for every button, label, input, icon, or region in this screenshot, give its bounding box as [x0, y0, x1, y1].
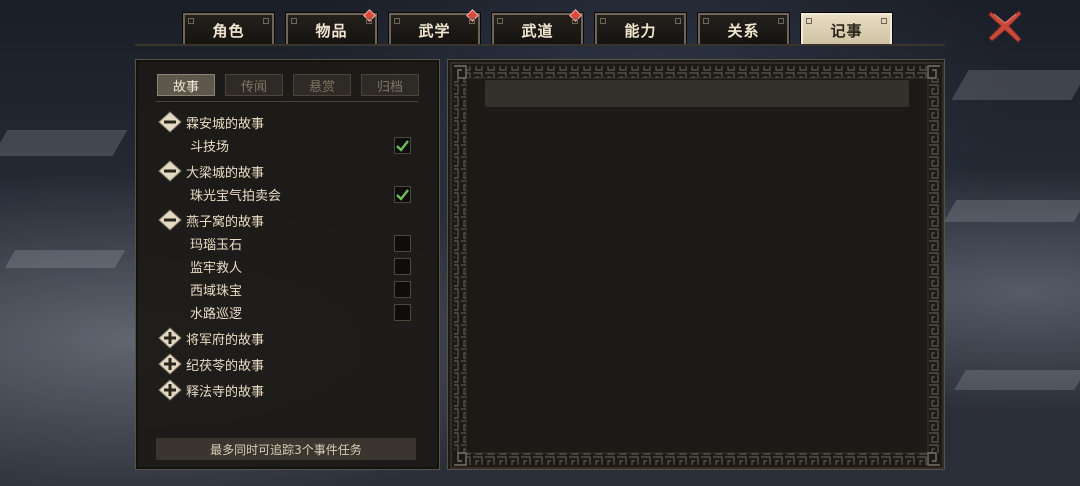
notification-badge [363, 9, 376, 22]
track-checkbox[interactable] [394, 186, 411, 203]
story-item[interactable]: 西域珠宝 [156, 278, 421, 301]
track-checkbox[interactable] [394, 137, 411, 154]
tab-2[interactable]: 武学 [388, 9, 481, 46]
story-group-header[interactable]: 纪茯苓的故事 [156, 352, 421, 376]
story-item[interactable]: 监牢救人 [156, 255, 421, 278]
story-tree: 霖安城的故事斗技场大梁城的故事珠光宝气拍卖会燕子窝的故事玛瑙玉石监牢救人西域珠宝… [156, 108, 421, 402]
plus-icon[interactable] [156, 352, 184, 376]
story-group-title: 纪茯苓的故事 [186, 358, 265, 374]
subtab-0[interactable]: 故事 [157, 74, 215, 96]
story-label: 斗技场 [190, 140, 230, 155]
notification-badge [466, 9, 479, 22]
story-item[interactable]: 珠光宝气拍卖会 [156, 183, 421, 206]
sub-tab-divider [156, 101, 418, 102]
background-roof [954, 370, 1080, 390]
plus-icon[interactable] [156, 378, 184, 402]
subtab-3[interactable]: 归档 [361, 74, 419, 96]
notification-badge [569, 9, 582, 22]
checkmark-icon [395, 187, 410, 202]
main-tab-bar: 角色 物品 武学 武道 能力 关系 记事 [182, 9, 893, 46]
story-label: 监牢救人 [190, 261, 243, 276]
track-checkbox[interactable] [394, 304, 411, 321]
story-item[interactable]: 斗技场 [156, 134, 421, 157]
story-item[interactable]: 玛瑙玉石 [156, 232, 421, 255]
tab-label: 武学 [418, 21, 451, 40]
close-button[interactable] [986, 8, 1024, 44]
sub-tab-bar: 故事 传闻 悬赏 归档 [157, 74, 419, 96]
track-checkbox[interactable] [394, 281, 411, 298]
tab-label: 物品 [315, 21, 348, 40]
tab-divider [135, 44, 945, 46]
minus-icon[interactable] [156, 159, 184, 183]
tab-5[interactable]: 关系 [697, 12, 790, 46]
checkmark-icon [395, 138, 410, 153]
tab-3[interactable]: 武道 [491, 9, 584, 46]
story-list-panel: 故事 传闻 悬赏 归档 霖安城的故事斗技场大梁城的故事珠光宝气拍卖会燕子窝的故事玛瑙玉… [135, 59, 440, 470]
story-detail-panel [447, 59, 945, 470]
track-checkbox[interactable] [394, 258, 411, 275]
tab-1[interactable]: 物品 [285, 9, 378, 46]
minus-icon[interactable] [156, 110, 184, 134]
story-detail-title-bar [485, 80, 909, 107]
tab-label: 武道 [521, 21, 554, 40]
story-label: 珠光宝气拍卖会 [190, 189, 282, 204]
background-roof [943, 200, 1080, 222]
story-group-title: 将军府的故事 [186, 332, 265, 348]
tracking-limit-note: 最多同时可追踪3个事件任务 [156, 438, 416, 460]
tab-label: 角色 [212, 21, 245, 40]
tab-6[interactable]: 记事 [800, 12, 893, 46]
story-group-header[interactable]: 将军府的故事 [156, 326, 421, 350]
plus-icon[interactable] [156, 326, 184, 350]
tab-label: 能力 [624, 21, 657, 40]
story-group-title: 释法寺的故事 [186, 384, 265, 400]
subtab-2[interactable]: 悬赏 [293, 74, 351, 96]
minus-icon[interactable] [156, 208, 184, 232]
background-roof [951, 70, 1080, 100]
story-label: 西域珠宝 [190, 284, 243, 299]
story-group-title: 霖安城的故事 [186, 116, 265, 132]
tab-label: 记事 [830, 21, 863, 40]
story-group-header[interactable]: 燕子窝的故事 [156, 208, 421, 232]
tab-4[interactable]: 能力 [594, 12, 687, 46]
fret-border-ornament [450, 62, 944, 469]
tab-label: 关系 [727, 21, 760, 40]
subtab-1[interactable]: 传闻 [225, 74, 283, 96]
story-item[interactable]: 水路巡逻 [156, 301, 421, 324]
tab-0[interactable]: 角色 [182, 12, 275, 46]
story-group-title: 大梁城的故事 [186, 165, 265, 181]
story-group-title: 燕子窝的故事 [186, 214, 265, 230]
close-x-icon [988, 10, 1022, 43]
story-label: 水路巡逻 [190, 307, 243, 322]
background-roof [0, 130, 128, 156]
story-group-header[interactable]: 霖安城的故事 [156, 110, 421, 134]
story-group-header[interactable]: 释法寺的故事 [156, 378, 421, 402]
story-label: 玛瑙玉石 [190, 238, 243, 253]
story-group-header[interactable]: 大梁城的故事 [156, 159, 421, 183]
background-roof [4, 250, 126, 268]
track-checkbox[interactable] [394, 235, 411, 252]
